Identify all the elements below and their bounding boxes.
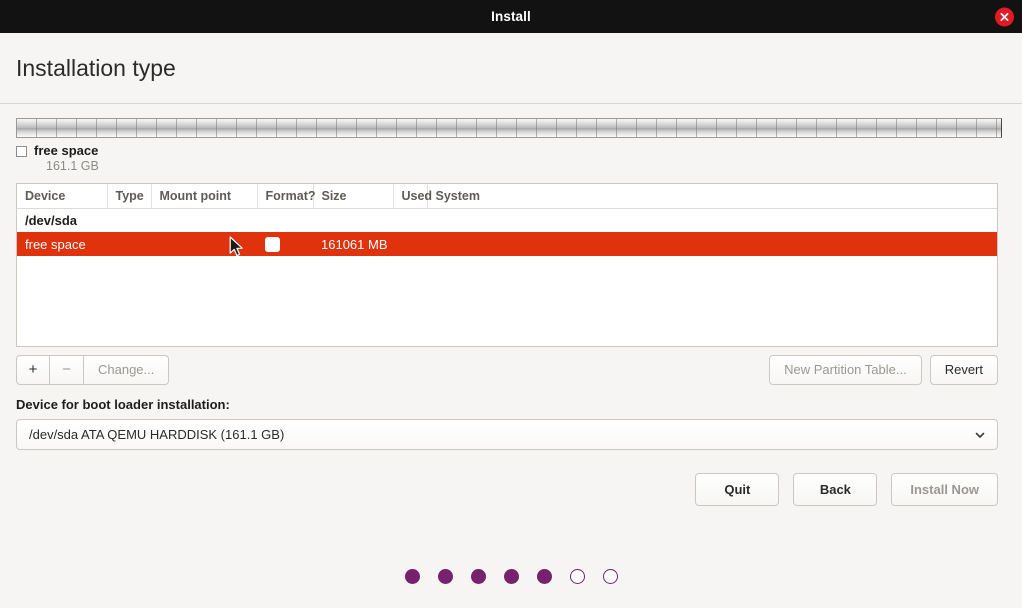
progress-dot-filled (405, 569, 420, 584)
content-area: free space 161.1 GB Device Type Mount po… (0, 104, 1022, 506)
column-header-device[interactable]: Device (17, 184, 107, 209)
progress-dot-filled (471, 569, 486, 584)
wizard-progress-dots (0, 569, 1022, 584)
column-header-system[interactable]: System (427, 184, 997, 209)
cell-format (257, 209, 313, 233)
cell-mount-point (151, 209, 257, 233)
cell-size: 161061 MB (313, 232, 393, 256)
cell-used (393, 232, 427, 256)
table-row[interactable]: free space 161061 MB (17, 232, 997, 256)
new-partition-table-button[interactable]: New Partition Table... (769, 355, 922, 385)
cell-device: /dev/sda (17, 209, 107, 233)
disk-usage-section (16, 104, 1006, 138)
partition-table-body: /dev/sda free space 161061 MB (17, 209, 997, 257)
window-title: Install (491, 9, 531, 24)
progress-dot-empty (603, 569, 618, 584)
table-header-row: Device Type Mount point Format? Size Use… (17, 184, 997, 209)
partition-table-header: Device Type Mount point Format? Size Use… (17, 184, 997, 209)
chevron-down-icon (973, 428, 987, 442)
bootloader-label: Device for boot loader installation: (16, 397, 1006, 412)
remove-partition-button[interactable]: − (50, 355, 84, 385)
legend-partition-size: 161.1 GB (34, 159, 99, 173)
table-row[interactable]: /dev/sda (17, 209, 997, 233)
cell-size (313, 209, 393, 233)
add-partition-button[interactable]: + (16, 355, 50, 385)
progress-dot-filled (537, 569, 552, 584)
cell-type (107, 209, 151, 233)
install-now-button[interactable]: Install Now (891, 473, 998, 506)
legend-partition-name: free space (34, 143, 98, 158)
cell-device: free space (17, 232, 107, 256)
cell-type (107, 232, 151, 256)
column-header-mount-point[interactable]: Mount point (151, 184, 257, 209)
revert-button[interactable]: Revert (930, 355, 998, 385)
cell-used (393, 209, 427, 233)
disk-usage-bar[interactable] (16, 118, 1002, 138)
bootloader-device-select[interactable]: /dev/sda ATA QEMU HARDDISK (161.1 GB) (16, 419, 998, 450)
change-partition-button[interactable]: Change... (84, 355, 169, 385)
page-header: Installation type (0, 33, 1022, 104)
free-space-swatch-icon (16, 146, 27, 157)
cell-system (427, 232, 997, 256)
close-glyph (999, 11, 1010, 22)
progress-dot-filled (438, 569, 453, 584)
page-title: Installation type (16, 55, 176, 82)
quit-button[interactable]: Quit (695, 473, 779, 506)
format-checkbox[interactable] (265, 237, 280, 252)
progress-dot-filled (504, 569, 519, 584)
wizard-footer-buttons: Quit Back Install Now (16, 473, 998, 506)
partition-table-container[interactable]: Device Type Mount point Format? Size Use… (16, 183, 998, 347)
column-header-size[interactable]: Size (313, 184, 393, 209)
cell-mount-point (151, 232, 257, 256)
partition-edit-button-group: + − Change... (16, 355, 169, 385)
legend-text-block: free space 161.1 GB (34, 143, 99, 174)
column-header-used[interactable]: Used (393, 184, 427, 209)
progress-dot-empty (570, 569, 585, 584)
bootloader-selected-value: /dev/sda ATA QEMU HARDDISK (161.1 GB) (29, 427, 973, 442)
window-titlebar: Install (0, 0, 1022, 33)
column-header-format[interactable]: Format? (257, 184, 313, 209)
partition-actions-row: + − Change... New Partition Table... Rev… (16, 355, 998, 385)
cell-format (257, 232, 313, 256)
column-header-type[interactable]: Type (107, 184, 151, 209)
cell-system (427, 209, 997, 233)
close-icon[interactable] (995, 7, 1014, 26)
disk-legend: free space 161.1 GB (16, 143, 1006, 174)
partition-table: Device Type Mount point Format? Size Use… (17, 184, 997, 256)
back-button[interactable]: Back (793, 473, 877, 506)
